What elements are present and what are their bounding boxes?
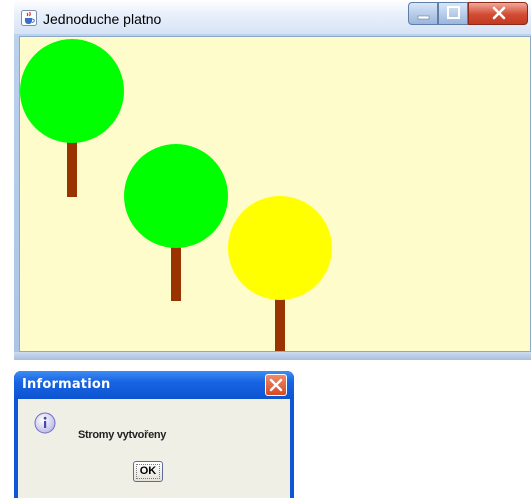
java-cup-icon <box>21 10 37 26</box>
dialog-message: Stromy vytvořeny <box>78 429 167 441</box>
maximize-icon <box>447 6 460 19</box>
information-dialog: Information Stromy vytvořeny OK <box>14 371 294 498</box>
close-icon <box>492 6 506 20</box>
tree-2-trunk <box>171 246 181 301</box>
dialog-title: Information <box>22 377 111 392</box>
close-button[interactable] <box>468 2 528 25</box>
minimize-button[interactable] <box>408 2 438 25</box>
drawing-canvas[interactable] <box>19 36 531 352</box>
ok-button[interactable]: OK <box>133 461 163 482</box>
info-icon <box>34 412 56 434</box>
window-title-bar[interactable]: Jednoduche platno <box>14 0 531 34</box>
close-icon <box>269 378 283 392</box>
canvas-window: Jednoduche platno <box>14 0 531 360</box>
window-bottom-border <box>14 352 531 360</box>
minimize-icon <box>417 15 430 20</box>
dialog-title-bar[interactable]: Information <box>14 371 294 399</box>
tree-3-trunk <box>275 299 285 351</box>
tree-1-crown <box>20 39 124 143</box>
tree-1-trunk <box>67 142 77 197</box>
dialog-body: Stromy vytvořeny OK <box>18 399 290 498</box>
window-title: Jednoduche platno <box>43 11 162 27</box>
tree-2-crown <box>124 144 228 248</box>
tree-3-crown <box>228 196 332 300</box>
dialog-close-button[interactable] <box>265 374 287 396</box>
maximize-button[interactable] <box>438 2 468 25</box>
